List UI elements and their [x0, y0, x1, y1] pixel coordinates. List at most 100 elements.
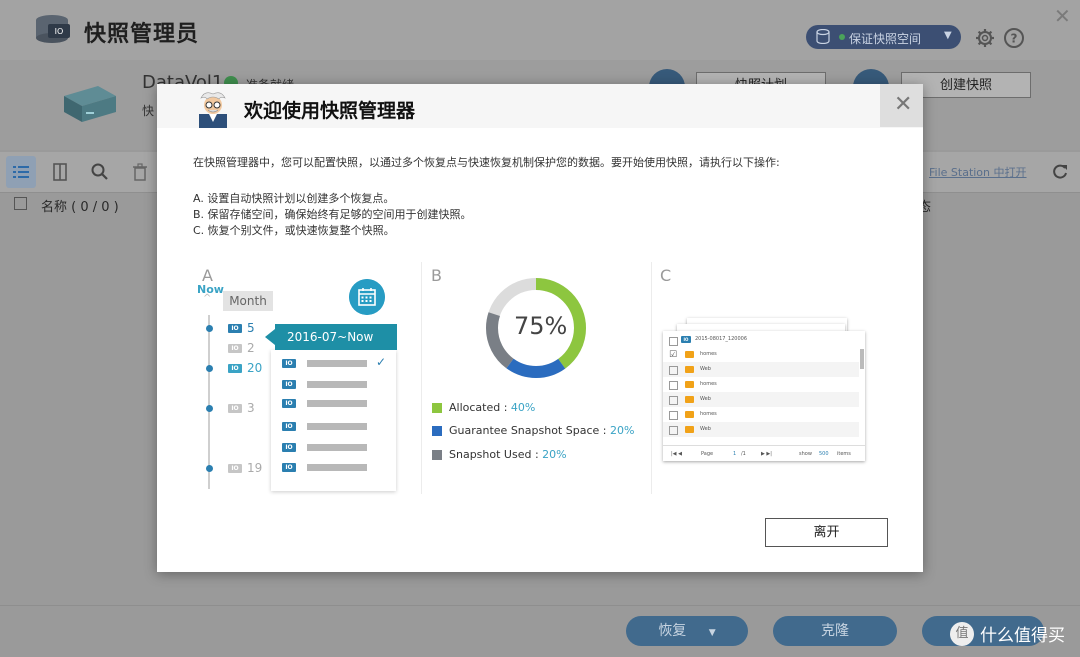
pager-page-total: /1 [741, 451, 746, 457]
pager-per-page: 500 [819, 451, 829, 457]
legend-guarantee: Guarantee Snapshot Space : 20% [449, 424, 634, 437]
timeline-count: 5 [247, 321, 255, 335]
dialog-close-button[interactable]: ✕ [880, 84, 923, 127]
file-row: Web [663, 392, 859, 407]
close-icon: ✕ [894, 92, 913, 117]
help-icon[interactable]: ? [1003, 27, 1025, 49]
volume-disk-icon [64, 86, 116, 122]
snapshot-row-bar [307, 444, 367, 451]
storage-guarantee-dropdown[interactable]: 保证快照空间 ▼ [806, 25, 961, 49]
checked-checkbox-icon: ☑ [669, 350, 678, 360]
file-checkbox [669, 337, 678, 346]
legend-used: Snapshot Used : 20% [449, 448, 567, 461]
calendar-icon [349, 279, 385, 315]
file-row: Web [663, 422, 859, 437]
file-row: ☑ homes [663, 347, 859, 362]
file-row: Web [663, 362, 859, 377]
io-badge: IO [228, 404, 242, 413]
search-icon[interactable] [90, 162, 110, 182]
select-all-checkbox[interactable] [14, 197, 27, 210]
list-view-icon [13, 166, 29, 178]
folder-icon [685, 366, 694, 373]
chevron-down-icon: ▼ [944, 30, 952, 41]
io-badge: IO [228, 364, 242, 373]
month-filter-button: Month [223, 291, 273, 311]
pager-show-label: show [799, 451, 812, 457]
folder-name: homes [700, 411, 717, 417]
leave-button[interactable]: 离开 [765, 518, 888, 547]
io-badge: IO [228, 324, 242, 333]
io-badge: IO [282, 399, 296, 408]
folder-name: Web [700, 366, 711, 372]
file-checkbox [669, 381, 678, 390]
legend-swatch-allocated [432, 403, 442, 413]
folder-icon [685, 381, 694, 388]
app-close-icon[interactable]: ✕ [1054, 4, 1071, 28]
folder-icon [685, 411, 694, 418]
file-row: homes [663, 377, 859, 392]
welcome-dialog: 欢迎使用快照管理器 ✕ 在快照管理器中，您可以配置快照，以通过多个恢复点与快速恢… [157, 84, 923, 572]
legend-used-label: Snapshot Used : [449, 448, 543, 461]
timeline-dot [206, 465, 213, 472]
clone-button[interactable]: 克隆 [773, 616, 897, 646]
legend-allocated-label: Allocated : [449, 401, 511, 414]
chevron-down-icon: ▼ [708, 628, 716, 638]
app-title: 快照管理员 [84, 22, 200, 47]
scrollbar-thumb [860, 349, 864, 369]
date-range-banner: 2016-07~Now [275, 324, 397, 350]
refresh-icon[interactable] [1050, 162, 1070, 182]
timeline-count: 20 [247, 361, 263, 375]
detail-view-icon[interactable] [50, 162, 70, 182]
folder-name: homes [700, 381, 717, 387]
snapshot-row-bar [307, 464, 367, 471]
snapshot-row-bar [307, 360, 367, 367]
footer-bar [0, 605, 1080, 657]
gear-icon[interactable] [974, 27, 996, 49]
folder-name: homes [700, 351, 717, 357]
chevron-up-icon: ^ [203, 293, 212, 304]
trash-icon[interactable] [130, 162, 150, 182]
io-badge: IO [228, 464, 242, 473]
restore-button[interactable]: 恢复 ▼ [626, 616, 748, 646]
timeline-axis [208, 315, 210, 489]
snapshot-row-bar [307, 381, 367, 388]
watermark-text: 什么值得买 [980, 626, 1065, 646]
io-badge: IO [282, 380, 296, 389]
io-badge: IO [681, 336, 691, 343]
status-dot [839, 34, 845, 40]
timeline-dot [206, 325, 213, 332]
pager-page-num: 1 [733, 451, 737, 457]
pager-page-label: Page [701, 451, 714, 457]
io-badge: IO [282, 443, 296, 452]
timeline-dot [206, 405, 213, 412]
folder-name: Web [700, 426, 711, 432]
donut-percent-label: 75% [514, 312, 568, 340]
watermark-logo: 值 [950, 622, 974, 646]
check-icon: ✓ [376, 355, 387, 369]
folder-name: Web [700, 396, 711, 402]
file-checkbox [669, 366, 678, 375]
open-in-file-station-link[interactable]: File Station 中打开 [929, 164, 1027, 180]
first-page-icon: |◀ ◀ [671, 451, 682, 457]
io-badge: IO [282, 359, 296, 368]
svg-text:?: ? [1011, 32, 1018, 46]
file-checkbox [669, 396, 678, 405]
folder-icon [685, 351, 694, 358]
io-badge: IO [282, 422, 296, 431]
pager-items-label: items [837, 451, 851, 457]
file-browser-preview: IO 2015-08017_120006 ☑ homes Web homes W… [663, 331, 865, 461]
timeline-count: 3 [247, 401, 255, 415]
timeline-count: 19 [247, 461, 263, 475]
panel-divider [651, 262, 652, 494]
file-list: ☑ homes Web homes Web homes Web [663, 347, 865, 439]
legend-swatch-guarantee [432, 426, 442, 436]
file-checkbox [669, 411, 678, 420]
pager-bar: |◀ ◀ Page 1 /1 ▶ ▶| show 500 items [663, 445, 865, 462]
disk-icon [816, 29, 830, 44]
column-header-name[interactable]: 名称 ( 0 / 0 ) [41, 196, 119, 215]
legend-guarantee-label: Guarantee Snapshot Space : [449, 424, 610, 437]
snapshot-row-bar [307, 423, 367, 430]
dialog-title: 欢迎使用快照管理器 [244, 100, 416, 122]
snapshot-app-logo-icon: IO [36, 15, 70, 43]
io-badge: IO [282, 463, 296, 472]
